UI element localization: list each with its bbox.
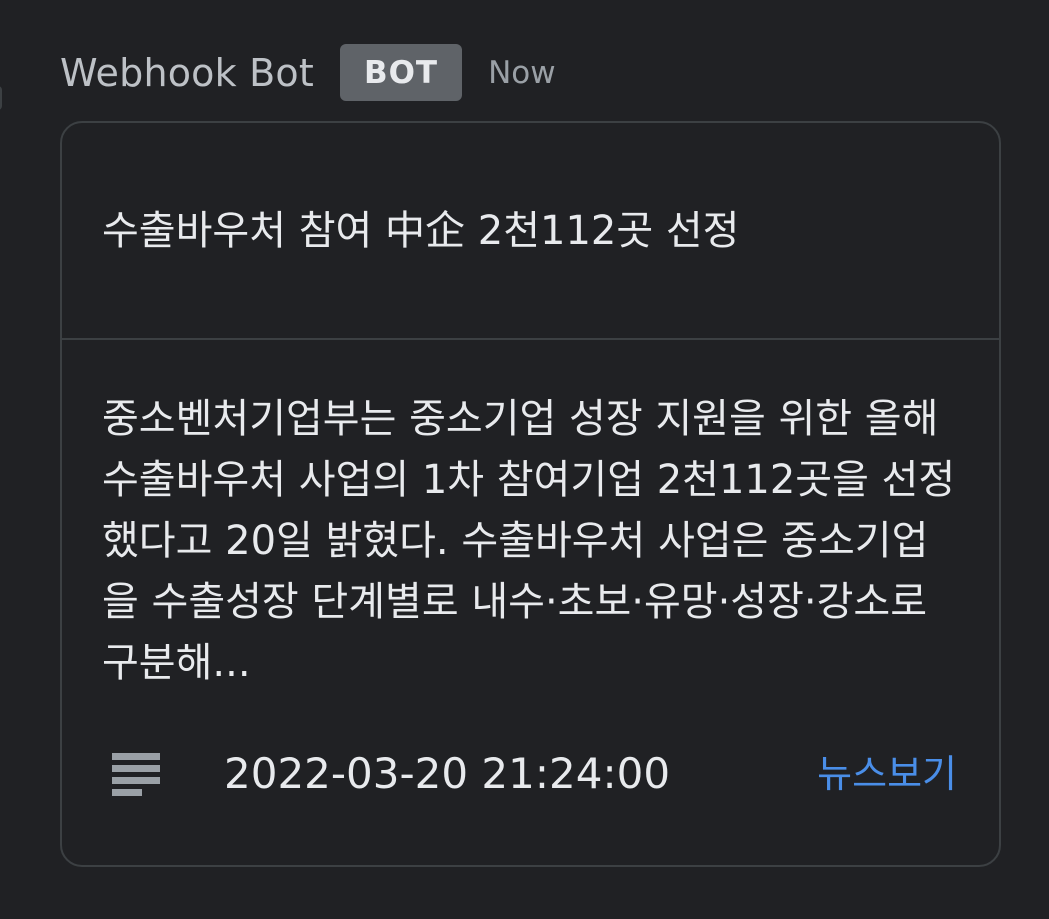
card-body: 중소벤처기업부는 중소기업 성장 지원을 위한 올해 수출바우처 사업의 1차 … <box>102 396 956 686</box>
view-news-link[interactable]: 뉴스보기 <box>817 743 957 805</box>
card-title: 수출바우처 참여 中企 2천112곳 선정 <box>102 208 740 254</box>
card-footer: 2022-03-20 21:24:00 뉴스보기 <box>102 743 957 805</box>
card-divider <box>62 338 999 340</box>
message-header: Webhook Bot BOT Now <box>60 44 556 101</box>
bot-badge: BOT <box>339 44 463 101</box>
scroll-edge-indicator <box>0 86 2 110</box>
news-card: 수출바우처 참여 中企 2천112곳 선정 중소벤처기업부는 중소기업 성장 지… <box>60 121 1001 867</box>
card-timestamp: 2022-03-20 21:24:00 <box>224 749 671 798</box>
list-icon <box>112 753 164 797</box>
sender-name[interactable]: Webhook Bot <box>60 51 314 95</box>
message-time: Now <box>488 54 556 91</box>
